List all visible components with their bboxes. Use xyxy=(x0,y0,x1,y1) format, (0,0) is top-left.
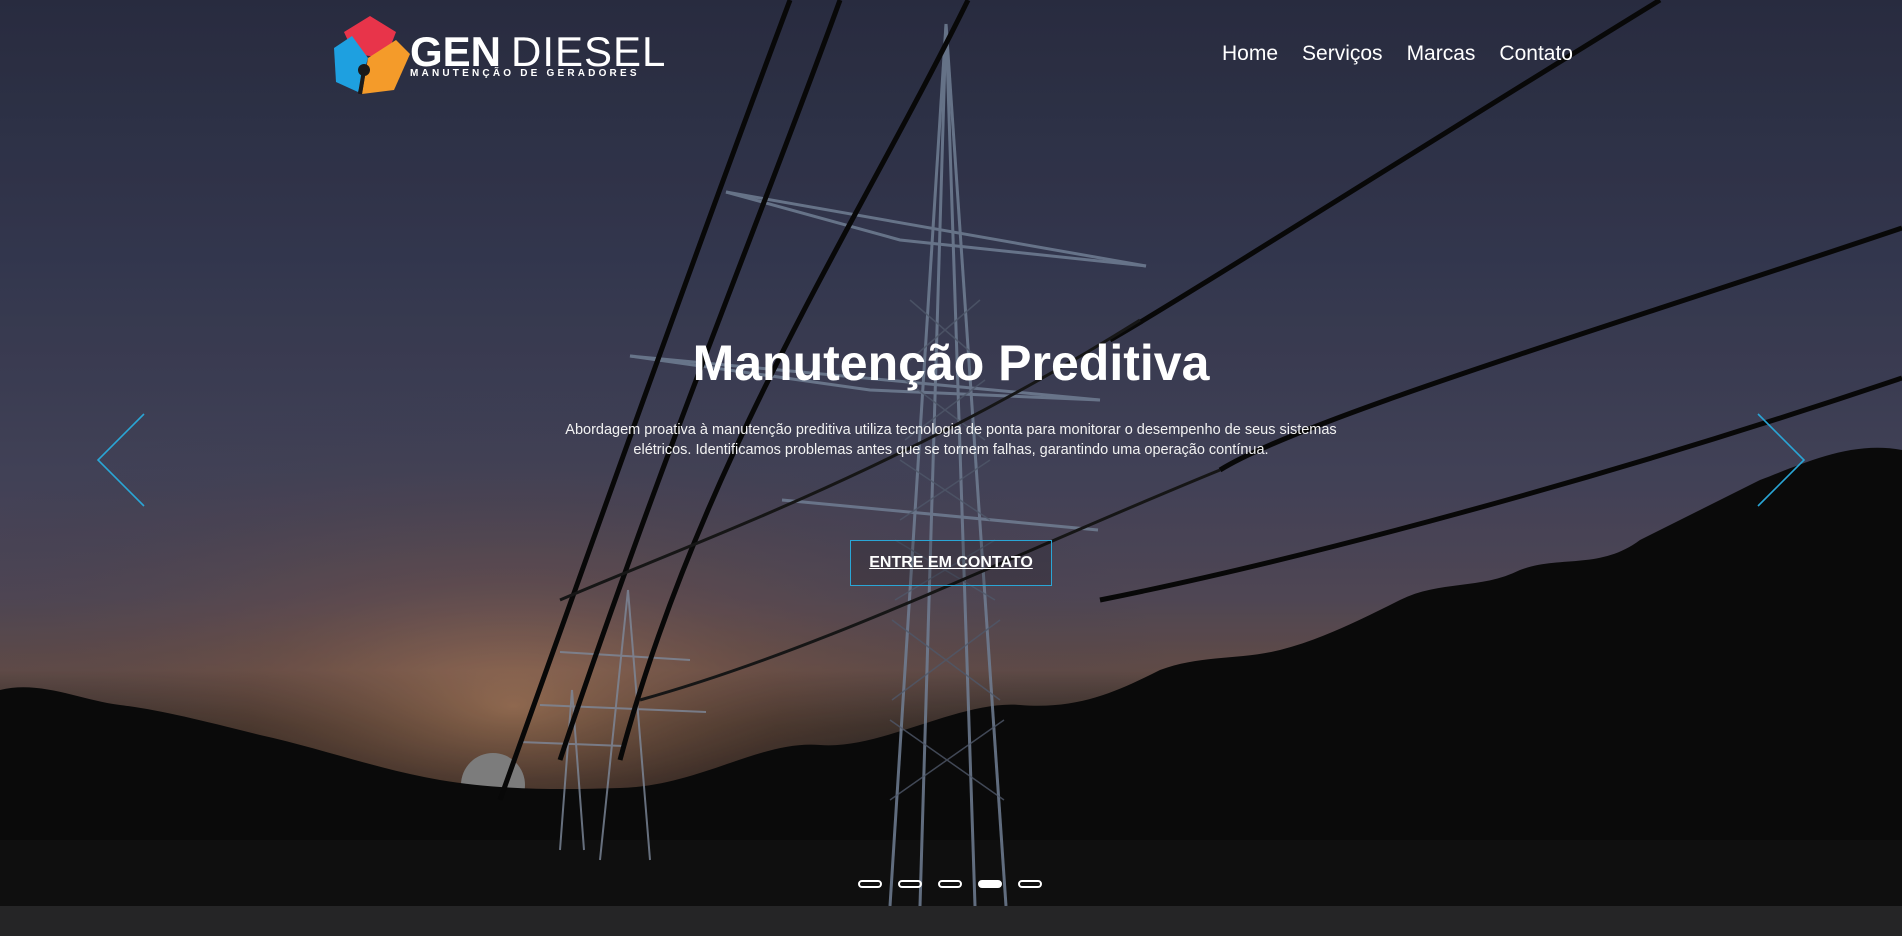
logo-icon[interactable] xyxy=(334,14,418,98)
contact-cta-button[interactable]: ENTRE EM CONTATO xyxy=(850,540,1052,586)
nav-servicos[interactable]: Serviços xyxy=(1302,42,1383,66)
carousel-indicator[interactable] xyxy=(1018,880,1042,888)
chevron-left-icon[interactable] xyxy=(96,412,146,508)
chevron-right-icon[interactable] xyxy=(1756,412,1806,508)
carousel-indicators xyxy=(858,880,1042,888)
carousel-indicator[interactable] xyxy=(938,880,962,888)
nav-marcas[interactable]: Marcas xyxy=(1407,42,1476,66)
hero-description: Abordagem proativa à manutenção preditiv… xyxy=(565,422,1337,458)
hero-title: Manutenção Preditiva xyxy=(692,335,1210,391)
main-nav: Home Serviços Marcas Contato xyxy=(1222,42,1573,66)
nav-home[interactable]: Home xyxy=(1222,42,1278,66)
footer-strip xyxy=(0,906,1902,936)
nav-contato[interactable]: Contato xyxy=(1499,42,1573,66)
brand-tagline: MANUTENÇÃO DE GERADORES xyxy=(410,68,640,79)
carousel-indicator[interactable] xyxy=(858,880,882,888)
carousel-indicator[interactable] xyxy=(898,880,922,888)
hero-carousel: GEN DIESEL MANUTENÇÃO DE GERADORES Home S… xyxy=(0,0,1902,906)
carousel-indicator[interactable] xyxy=(978,880,1002,888)
